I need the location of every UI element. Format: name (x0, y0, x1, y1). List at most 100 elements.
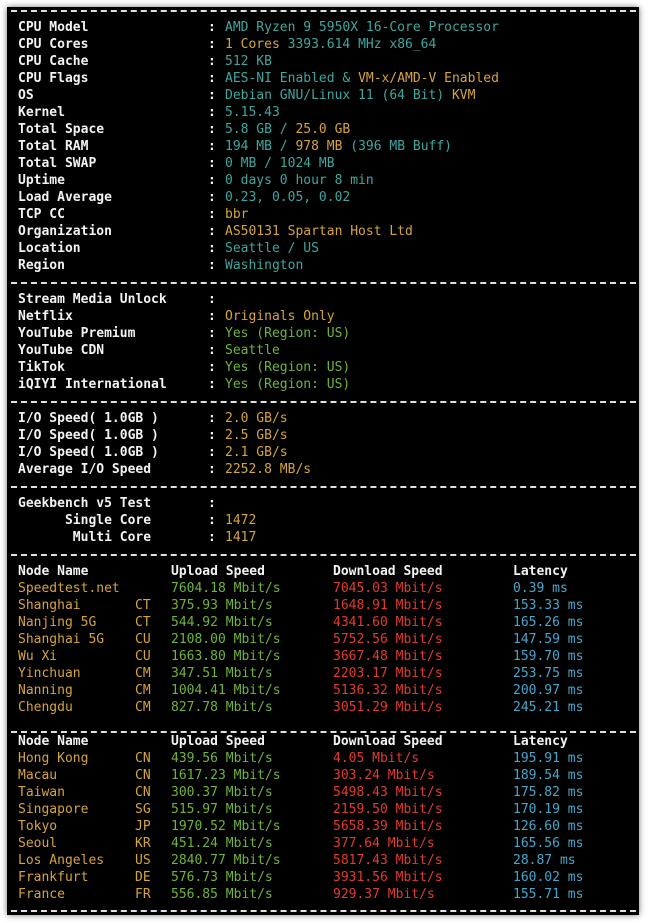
stream-value: Seattle (225, 343, 280, 358)
separator-line (11, 10, 636, 12)
speed-row: Taiwan CN 300.37 Mbit/s 5498.43 Mbit/s 175.8… (18, 784, 633, 801)
carrier-code: CM (135, 700, 151, 715)
info-value-part: Seattle / US (225, 241, 319, 256)
colon: : (208, 530, 216, 545)
speed-row: Tokyo JP 1970.52 Mbit/s 5658.39 Mbit/s 126.6… (18, 818, 633, 835)
stream-label: Netflix (18, 309, 73, 324)
latency: 153.33 ms (513, 598, 584, 613)
io-row: I/O Speed( 1.0GB ):2.1 GB/s (18, 444, 633, 461)
info-row-cpu-model: CPU Model: AMD Ryzen 9 5950X 16-Core Proc… (18, 19, 633, 36)
speed-row: Nanjing 5G CT 544.92 Mbit/s 4341.60 Mbit/s 1… (18, 614, 633, 631)
info-row-load-average: Load Average:0.23, 0.05, 0.02 (18, 189, 633, 206)
node-name: Taiwan (18, 785, 65, 800)
download-speed: 4.05 Mbit/s (333, 751, 420, 766)
node-name: Chengdu (18, 700, 73, 715)
info-row-os: OS: Debian GNU/Linux 11 (64 Bit) KVM (18, 87, 633, 104)
colon: : (208, 190, 216, 205)
colon: : (208, 20, 216, 35)
info-value: 0.23, 0.05, 0.02 (225, 189, 350, 206)
node-name: Nanning (18, 683, 73, 698)
info-label: Total Space (18, 122, 105, 137)
speed-row: Shanghai CT 375.93 Mbit/s 1648.91 Mbit/s 153… (18, 597, 633, 614)
info-value-part: AS50131 Spartan Host Ltd (225, 224, 413, 239)
stream-value: Yes (Region: US) (225, 360, 351, 375)
separator-line (11, 401, 636, 403)
download-speed: 303.24 Mbit/s (333, 768, 435, 783)
speed-table-header: Node Name Upload Speed Download Speed La… (18, 733, 633, 750)
colon: : (208, 122, 216, 137)
geekbench-title: Geekbench v5 Test (18, 496, 152, 511)
geekbench-value: 1417 (225, 530, 257, 545)
info-value-part: 0 MB / 1024 MB (225, 156, 335, 171)
upload-speed: 1663.80 Mbit/s (171, 649, 281, 664)
terminal-window: CPU Model: AMD Ryzen 9 5950X 16-Core Proc… (7, 7, 639, 915)
download-speed: 2159.50 Mbit/s (333, 802, 443, 817)
io-value: 2.5 GB/s (225, 428, 288, 443)
stream-label: TikTok (18, 360, 65, 375)
node-name: Frankfurt (18, 870, 89, 885)
stream-value: Originals Only (225, 309, 335, 324)
node-name: France (18, 887, 65, 902)
info-label: CPU Cores (18, 37, 89, 52)
info-row-total-swap: Total SWAP:0 MB / 1024 MB (18, 155, 633, 172)
latency: 253.75 ms (513, 666, 584, 681)
io-row: I/O Speed( 1.0GB ):2.0 GB/s (18, 410, 633, 427)
download-speed: 1648.91 Mbit/s (333, 598, 443, 613)
carrier-code: CM (135, 683, 151, 698)
colon: : (208, 173, 216, 188)
header-upload: Upload Speed (171, 734, 265, 749)
info-label: CPU Model (18, 20, 89, 35)
speed-row: Singapore SG 515.97 Mbit/s 2159.50 Mbit/s 17… (18, 801, 633, 818)
info-value: 5.15.43 (225, 104, 280, 121)
header-latency: Latency (513, 734, 568, 749)
speed-row: Los Angeles US 2840.77 Mbit/s 5817.43 Mbit/… (18, 852, 633, 869)
upload-speed: 2840.77 Mbit/s (171, 853, 281, 868)
separator-line (11, 910, 636, 912)
download-speed: 3931.56 Mbit/s (333, 870, 443, 885)
info-row-tcp-cc: TCP CC: bbr (18, 206, 633, 223)
info-value-part: 978 MB (295, 139, 343, 154)
colon: : (208, 292, 216, 307)
info-row-cpu-cores: CPU Cores:1 Cores 3393.614 MHz x86_64 (18, 36, 633, 53)
info-value: 1 Cores 3393.614 MHz x86_64 (225, 36, 436, 53)
colon: : (208, 513, 216, 528)
carrier-code: CN (135, 785, 151, 800)
upload-speed: 1004.41 Mbit/s (171, 683, 281, 698)
stream-label: iQIYI International (18, 377, 167, 392)
info-label: CPU Cache (18, 54, 89, 69)
colon: : (208, 156, 216, 171)
latency: 155.71 ms (513, 887, 584, 902)
info-value: 194 MB / 978 MB (396 MB Buff) (225, 138, 452, 155)
download-speed: 3051.29 Mbit/s (333, 700, 443, 715)
download-speed: 5752.56 Mbit/s (333, 632, 443, 647)
download-speed: 929.37 Mbit/s (333, 887, 435, 902)
carrier-code: CU (135, 632, 151, 647)
info-value: AS50131 Spartan Host Ltd (225, 223, 413, 240)
info-value-part: KVM (451, 88, 476, 103)
io-row-average: Average I/O Speed:2252.8 MB/s (18, 461, 633, 478)
node-name: Los Angeles (18, 853, 105, 868)
upload-speed: 300.37 Mbit/s (171, 785, 273, 800)
info-value: Seattle / US (225, 240, 319, 257)
info-label: Region (18, 258, 65, 273)
latency: 170.19 ms (513, 802, 584, 817)
info-label: Uptime (18, 173, 65, 188)
geekbench-label: Single Core (18, 513, 152, 528)
info-value-part: 0 days 0 hour 8 min (225, 173, 374, 188)
geekbench-row-multi: Multi Core:1417 (18, 529, 633, 546)
stream-label: YouTube CDN (18, 343, 105, 358)
upload-speed: 451.24 Mbit/s (171, 836, 273, 851)
io-label: I/O Speed( 1.0GB ) (18, 428, 159, 443)
colon: : (208, 258, 216, 273)
upload-speed: 827.78 Mbit/s (171, 700, 273, 715)
node-name: Speedtest.net (18, 581, 120, 596)
speed-row: Speedtest.net 7604.18 Mbit/s 7045.03 Mbit/… (18, 580, 633, 597)
download-speed: 377.64 Mbit/s (333, 836, 435, 851)
info-row-kernel: Kernel:5.15.43 (18, 104, 633, 121)
carrier-code: KR (135, 836, 151, 851)
separator-line (11, 554, 636, 556)
node-name: Macau (18, 768, 58, 783)
info-row-region: Region: Washington (18, 257, 633, 274)
carrier-code: CM (135, 666, 151, 681)
colon: : (208, 54, 216, 69)
